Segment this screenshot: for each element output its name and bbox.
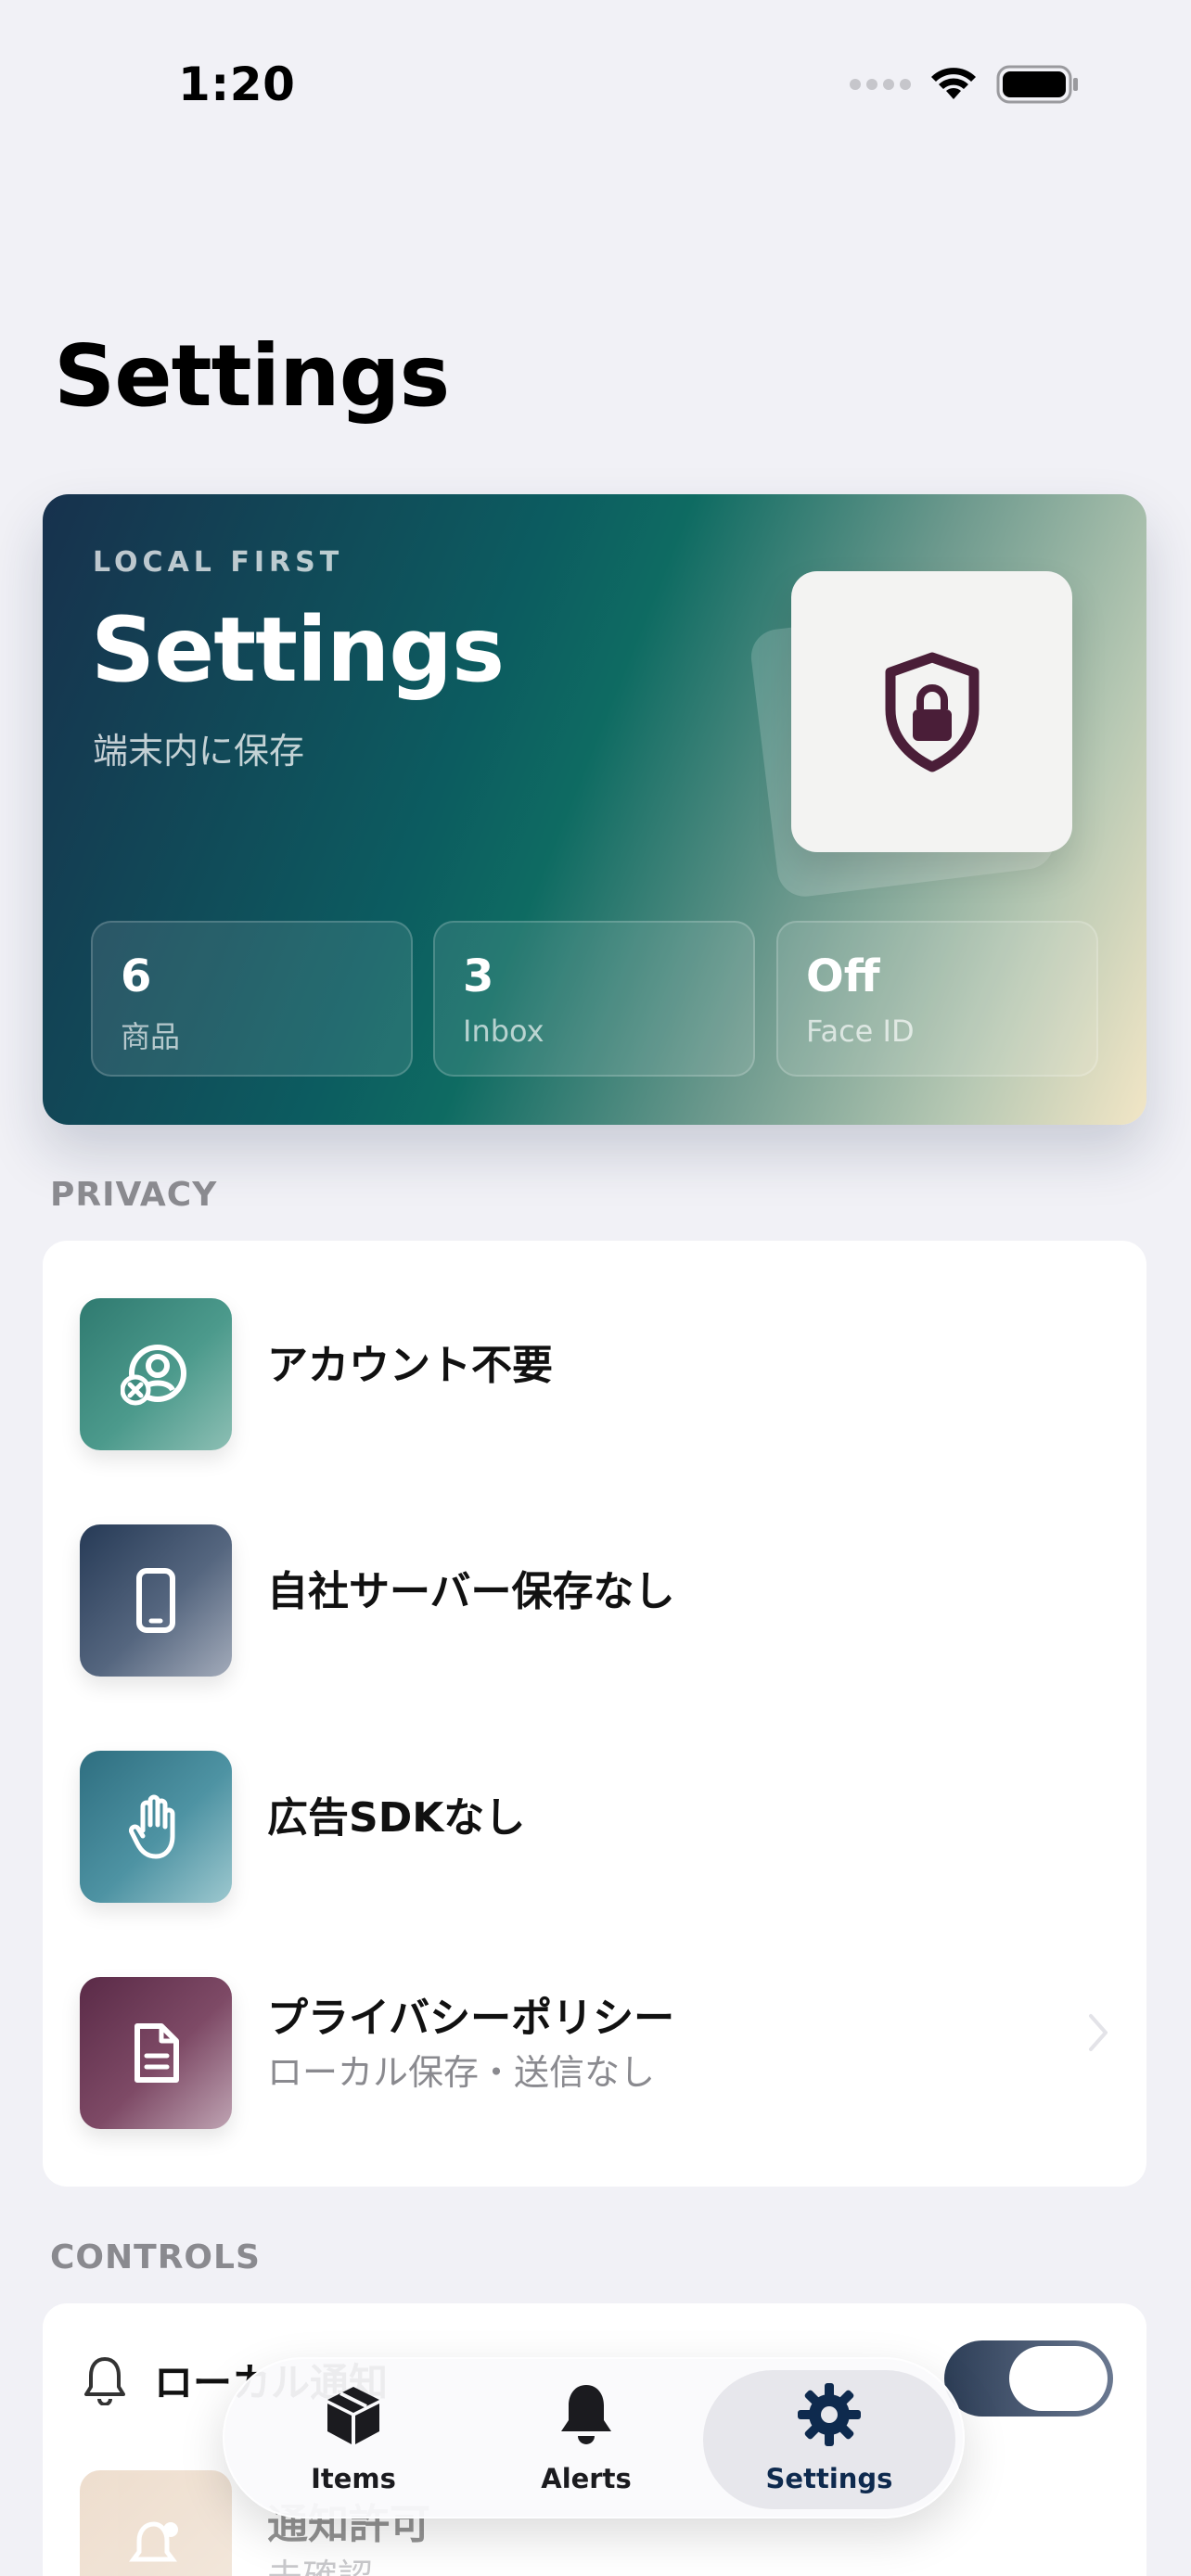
- tab-label: Alerts: [541, 2463, 632, 2494]
- gear-icon: [798, 2383, 861, 2446]
- status-time: 1:20: [178, 57, 296, 111]
- tab-items[interactable]: Items: [237, 2359, 469, 2520]
- bell-permission-icon: [80, 2470, 232, 2576]
- section-header-privacy: PRIVACY: [50, 1176, 218, 1214]
- bell-icon: [561, 2385, 611, 2444]
- stat-label: 商品: [121, 1019, 181, 1054]
- row-title: アカウント不要: [267, 1342, 553, 1389]
- privacy-row-no-server[interactable]: 自社サーバー保存なし: [43, 1467, 1146, 1693]
- permission-subtitle: 未確認: [267, 2548, 373, 2576]
- raised-hand-icon: [80, 1751, 232, 1903]
- privacy-row-privacy-policy[interactable]: プライバシーポリシー ローカル保存・送信なし: [43, 1919, 1146, 2146]
- bell-outline-icon: [84, 2357, 125, 2405]
- wifi-icon: [931, 68, 976, 99]
- section-header-controls: CONTROLS: [50, 2238, 261, 2276]
- privacy-row-no-ad-sdk[interactable]: 広告SDKなし: [43, 1693, 1146, 1919]
- shield-lock-icon: [885, 652, 979, 772]
- local-notification-toggle[interactable]: [944, 2340, 1113, 2417]
- stat-value: 3: [463, 950, 494, 1002]
- stat-items: 6 商品: [91, 921, 413, 1077]
- privacy-row-no-account[interactable]: アカウント不要: [43, 1241, 1146, 1467]
- document-icon: [80, 1977, 232, 2129]
- hero-icon-tile: [791, 571, 1072, 852]
- hero-title: Settings: [91, 598, 505, 702]
- toggle-knob: [1009, 2346, 1108, 2411]
- chevron-right-icon: [1089, 2014, 1108, 2051]
- settings-screen: 1:20 Settings LOCAL FIRST Settings 端末内に保…: [0, 0, 1191, 2576]
- cellular-signal-icon: [850, 79, 911, 90]
- hero-card: LOCAL FIRST Settings 端末内に保存 6 商品 3 Inbox…: [43, 494, 1146, 1125]
- hero-subtitle: 端末内に保存: [93, 731, 305, 772]
- no-account-icon: [80, 1298, 232, 1450]
- row-title: 広告SDKなし: [267, 1794, 526, 1842]
- stat-label: Face ID: [806, 1014, 915, 1049]
- stat-face-id: Off Face ID: [776, 921, 1098, 1077]
- battery-icon: [996, 65, 1078, 104]
- stat-value: 6: [121, 950, 152, 1002]
- tab-alerts[interactable]: Alerts: [470, 2359, 702, 2520]
- stat-inbox: 3 Inbox: [433, 921, 755, 1077]
- tab-settings[interactable]: Settings: [713, 2359, 945, 2520]
- status-icons: [850, 65, 1080, 104]
- tab-bar: Items Alerts Settings: [223, 2357, 965, 2519]
- privacy-group: アカウント不要 自社サーバー保存なし 広告SDKなし プライバシーポリシー ロー…: [43, 1241, 1146, 2187]
- tab-label: Items: [311, 2463, 396, 2494]
- stat-label: Inbox: [463, 1014, 544, 1049]
- page-title: Settings: [54, 326, 450, 426]
- stat-value: Off: [806, 950, 880, 1002]
- phone-icon: [80, 1524, 232, 1677]
- package-icon: [327, 2387, 379, 2444]
- row-title: プライバシーポリシー: [267, 1995, 675, 2042]
- row-title: 自社サーバー保存なし: [267, 1568, 675, 1615]
- tab-label: Settings: [765, 2463, 893, 2494]
- hero-eyebrow: LOCAL FIRST: [93, 546, 344, 579]
- row-subtitle: ローカル保存・送信なし: [267, 2052, 656, 2093]
